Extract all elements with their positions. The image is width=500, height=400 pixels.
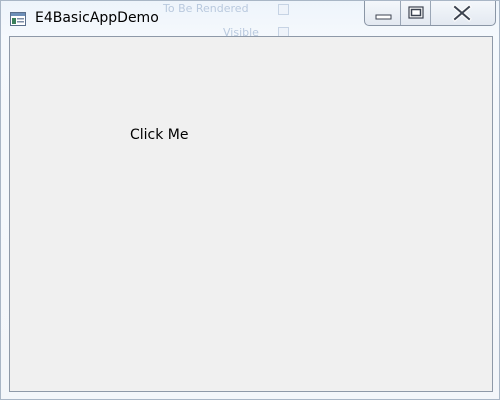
background-checkbox — [278, 4, 289, 15]
maximize-icon — [408, 6, 424, 19]
window-title: E4BasicAppDemo — [35, 10, 159, 26]
app-icon[interactable] — [10, 11, 26, 26]
maximize-button[interactable] — [401, 1, 431, 25]
close-button[interactable] — [431, 1, 495, 25]
client-area: Click Me — [9, 36, 493, 392]
background-window-text: To Be Rendered — [163, 2, 249, 15]
title-bar[interactable]: E4BasicAppDemo To Be Rendered Visible — [1, 1, 499, 39]
caption-buttons — [364, 1, 496, 26]
minimize-icon — [375, 14, 392, 20]
minimize-button[interactable] — [365, 1, 401, 25]
app-window: E4BasicAppDemo To Be Rendered Visible Cl… — [0, 0, 500, 400]
click-me-label[interactable]: Click Me — [130, 127, 189, 143]
close-icon — [452, 4, 472, 22]
